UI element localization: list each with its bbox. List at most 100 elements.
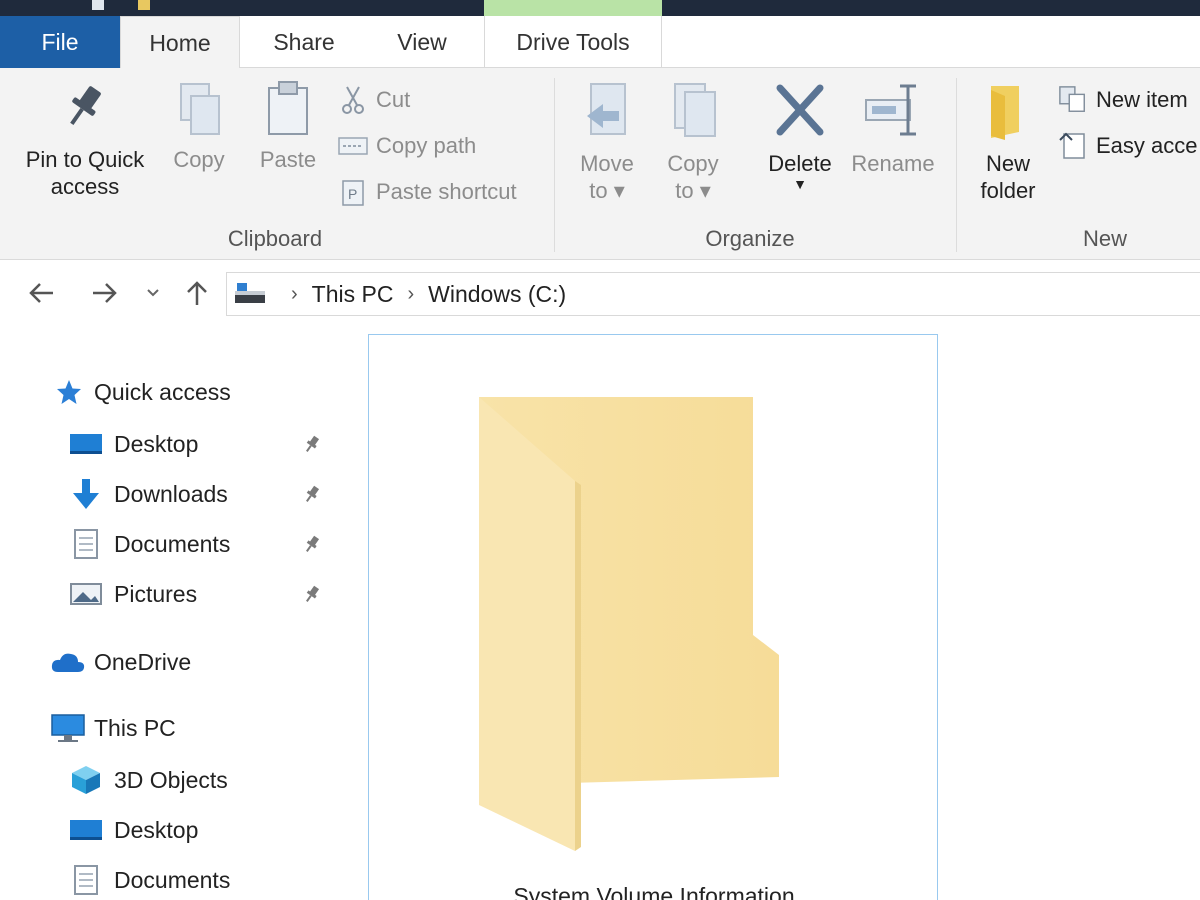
folder-tile[interactable]: System Volume Information [368, 334, 938, 900]
easy-access-icon [1058, 131, 1088, 161]
easy-access-button[interactable]: Easy acce [1058, 128, 1198, 164]
copy-path-icon [338, 131, 368, 161]
new-item-label: New item [1096, 87, 1188, 112]
tab-drive-tools[interactable]: Drive Tools [484, 16, 662, 68]
nav-pc-documents-label: Documents [114, 866, 231, 893]
nav-pc-3d-objects[interactable]: 3D Objects [68, 760, 228, 800]
recent-locations-chevron-icon[interactable] [138, 276, 168, 310]
breadcrumb-this-pc[interactable]: This PC [312, 281, 394, 308]
nav-onedrive[interactable]: OneDrive [50, 642, 191, 682]
clipboard-icon [268, 81, 308, 135]
drive-icon [233, 281, 267, 307]
nav-quick-downloads-label: Downloads [114, 480, 228, 507]
copy-path-button[interactable]: Copy path [338, 128, 476, 164]
copy-label: Copy [173, 147, 225, 172]
group-divider [554, 78, 555, 252]
download-arrow-icon [68, 477, 104, 511]
cube-icon [68, 763, 104, 797]
nav-quick-access[interactable]: Quick access [52, 372, 231, 412]
address-bar[interactable]: › This PC › Windows (C:) [226, 272, 1200, 316]
clipboard-group-label: Clipboard [227, 226, 323, 251]
paste-shortcut-icon: P [338, 177, 368, 207]
pin-label-line1: Pin to Quick [25, 147, 145, 172]
nav-pc-documents[interactable]: Documents [68, 860, 230, 900]
rename-label: Rename [851, 151, 935, 176]
desktop-icon [68, 427, 104, 461]
paste-shortcut-label: Paste shortcut [376, 179, 517, 204]
move-to-button[interactable]: Move to ▾ [570, 80, 644, 204]
copy-path-label: Copy path [376, 133, 477, 158]
pin-to-quick-access-button[interactable]: Pin to Quick access [14, 80, 156, 200]
tab-share[interactable]: Share [244, 16, 364, 68]
copy-button[interactable]: Copy [164, 80, 234, 173]
folder-name-label: System Volume Information [513, 883, 795, 900]
nav-pc-desktop[interactable]: Desktop [68, 810, 198, 850]
pin-icon[interactable] [300, 532, 324, 556]
paste-shortcut-button[interactable]: P Paste shortcut [338, 174, 517, 210]
new-item-button[interactable]: New item [1058, 82, 1188, 118]
nav-quick-downloads[interactable]: Downloads [68, 474, 228, 514]
rename-icon [865, 84, 916, 136]
document-icon [68, 863, 104, 897]
delete-label: Delete [768, 151, 832, 176]
copy-to-icon [674, 83, 716, 137]
forward-arrow-icon[interactable] [88, 276, 122, 310]
back-arrow-icon[interactable] [24, 276, 58, 310]
nav-quick-pictures-label: Pictures [114, 580, 198, 607]
ribbon: Pin to Quick access Copy Paste Cut Copy … [0, 68, 1200, 260]
scissors-icon [338, 85, 368, 115]
copy-to-button[interactable]: Copy to ▾ [656, 80, 730, 204]
breadcrumb-separator[interactable]: › [291, 283, 298, 306]
star-icon [52, 375, 86, 409]
ribbon-tab-row: File Home Share View Drive Tools [0, 16, 1200, 69]
delete-dropdown-icon[interactable]: ▼ [760, 177, 840, 191]
navigation-pane: Quick access Desktop Downloads Documents… [0, 324, 350, 900]
desktop-icon [68, 813, 104, 847]
cut-button[interactable]: Cut [338, 82, 410, 118]
pictures-icon [68, 577, 104, 611]
new-folder-label-line1: New [985, 151, 1030, 176]
tab-file[interactable]: File [0, 16, 120, 68]
breadcrumb-windows-c[interactable]: Windows (C:) [428, 281, 566, 308]
document-icon [68, 527, 104, 561]
copy-to-label-line1: Copy [667, 151, 719, 176]
tab-view[interactable]: View [364, 16, 480, 68]
nav-quick-desktop-label: Desktop [114, 430, 199, 457]
pin-icon[interactable] [300, 582, 324, 606]
navigation-bar: › This PC › Windows (C:) [0, 262, 1200, 324]
paste-button[interactable]: Paste [250, 80, 326, 173]
new-item-icon [1058, 85, 1088, 115]
nav-this-pc[interactable]: This PC [50, 708, 176, 748]
nav-pc-3d-objects-label: 3D Objects [114, 766, 228, 793]
nav-pc-desktop-label: Desktop [114, 816, 199, 843]
cut-label: Cut [376, 87, 411, 112]
easy-access-label: Easy acce [1096, 133, 1198, 158]
properties-quick-icon[interactable] [92, 0, 104, 10]
tab-home[interactable]: Home [120, 16, 240, 69]
pin-icon [70, 86, 101, 125]
nav-quick-pictures[interactable]: Pictures [68, 574, 197, 614]
nav-this-pc-label: This PC [94, 714, 176, 741]
monitor-icon [50, 711, 86, 745]
copy-to-label-line2: to ▾ [675, 178, 711, 203]
pin-icon[interactable] [300, 482, 324, 506]
file-list-pane: System Volume Information [350, 324, 1200, 900]
folder-icon [479, 397, 779, 851]
pin-label-line2: access [50, 174, 120, 199]
nav-quick-documents-label: Documents [114, 530, 231, 557]
nav-quick-access-label: Quick access [94, 378, 231, 405]
up-arrow-icon[interactable] [180, 276, 214, 310]
breadcrumb-separator[interactable]: › [407, 283, 414, 306]
nav-quick-desktop[interactable]: Desktop [68, 424, 198, 464]
delete-button[interactable]: Delete ▼ [760, 80, 840, 191]
nav-quick-documents[interactable]: Documents [68, 524, 230, 564]
pin-icon[interactable] [300, 432, 324, 456]
new-folder-label-line2: folder [980, 178, 1036, 203]
new-group-label: New [1082, 226, 1127, 251]
folder-icon [991, 86, 1019, 140]
new-folder-button[interactable]: New folder [966, 80, 1050, 204]
cloud-icon [50, 645, 86, 679]
new-folder-quick-icon[interactable] [138, 0, 150, 10]
manage-context-header [484, 0, 662, 16]
rename-button[interactable]: Rename [846, 80, 940, 177]
